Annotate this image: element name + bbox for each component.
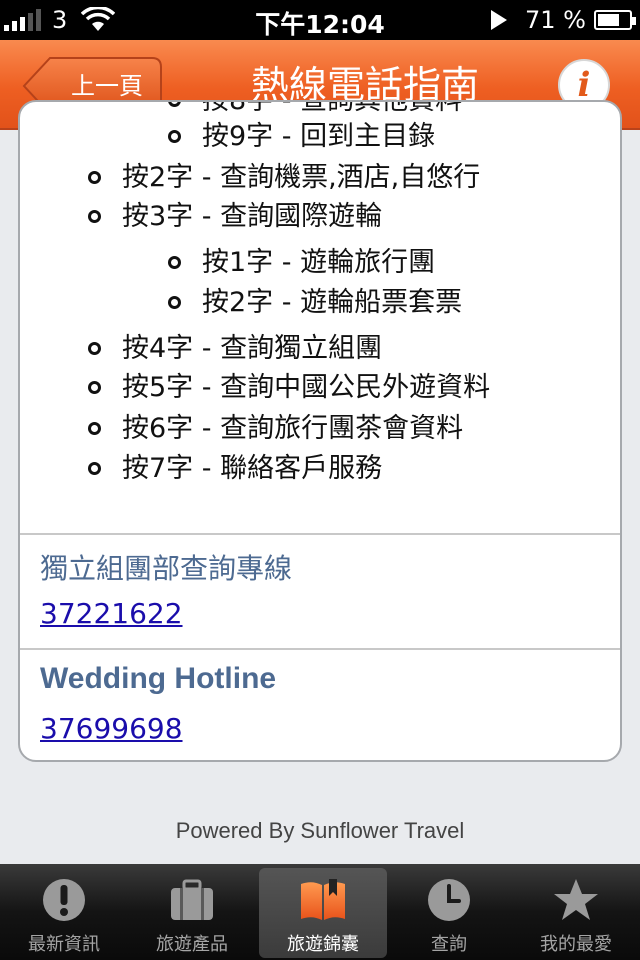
menu-option-text: 按9字 - 回到主目錄 xyxy=(202,121,436,152)
menu-option-line: 按2字 - 遊輪船票套票 xyxy=(168,280,463,319)
menu-option-line: 按9字 - 回到主目錄 xyxy=(168,114,436,153)
bullet-icon xyxy=(168,102,181,107)
menu-option-line: 按4字 - 查詢獨立組團 xyxy=(88,326,383,365)
menu-option-text: 按6字 - 查詢旅行團茶會資料 xyxy=(122,413,464,444)
star-icon xyxy=(554,879,598,920)
tab-label: 我的最愛 xyxy=(540,934,612,955)
tab-travel-tips[interactable]: 旅遊錦囊 xyxy=(259,868,387,958)
bullet-icon xyxy=(88,462,101,475)
hotline-phone-link[interactable]: 37221622 xyxy=(40,597,183,630)
menu-option-text: 按4字 - 查詢獨立組團 xyxy=(122,333,383,364)
tab-latest-news[interactable]: 最新資訊 xyxy=(0,864,128,960)
menu-option-text: 按7字 - 聯絡客戶服務 xyxy=(122,453,383,484)
status-bar: 3 下午12:04 71 % xyxy=(0,0,640,40)
menu-option-line: 按1字 - 遊輪旅行團 xyxy=(168,240,436,279)
menu-option-text: 按2字 - 查詢機票,酒店,自悠行 xyxy=(122,162,481,193)
hotline-cell-group-tours: 獨立組團部查詢專線 37221622 xyxy=(20,535,620,648)
menu-option-line: 按3字 - 查詢國際遊輪 xyxy=(88,194,383,233)
battery-percent: 71 % xyxy=(525,6,586,34)
tab-travel-products[interactable]: 旅遊產品 xyxy=(128,864,256,960)
book-icon xyxy=(301,879,345,920)
bullet-icon xyxy=(88,171,101,184)
menu-option-text: 按5字 - 查詢中國公民外遊資料 xyxy=(122,372,491,403)
menu-option-line: 按5字 - 查詢中國公民外遊資料 xyxy=(88,365,491,404)
menu-option-line: 按2字 - 查詢機票,酒店,自悠行 xyxy=(88,155,481,194)
hotline-cell-wedding: Wedding Hotline 37699698 xyxy=(20,650,620,760)
powered-by-text: Powered By Sunflower Travel xyxy=(175,818,465,843)
menu-option-line: 按6字 - 查詢旅行團茶會資料 xyxy=(88,406,464,445)
menu-option-text: 按2字 - 遊輪船票套票 xyxy=(202,287,463,318)
bullet-icon xyxy=(168,130,181,143)
tab-bar: 最新資訊 旅遊產品 旅遊錦囊 查詢 我的最愛 xyxy=(0,864,640,960)
tab-enquiry[interactable]: 查詢 xyxy=(385,864,513,960)
bullet-icon xyxy=(88,422,101,435)
tab-label: 查詢 xyxy=(431,934,467,955)
bullet-icon xyxy=(88,342,101,355)
hotline-title: 獨立組團部查詢專線 xyxy=(40,552,293,585)
tab-label: 旅遊錦囊 xyxy=(287,934,359,955)
exclamation-icon xyxy=(43,879,85,921)
hotline-title: Wedding Hotline xyxy=(40,662,277,695)
hotline-phone-link[interactable]: 37699698 xyxy=(40,712,183,745)
tab-label: 最新資訊 xyxy=(28,934,100,955)
bullet-icon xyxy=(168,256,181,269)
menu-options-cell: 按8字 - 查詢其他資料按9字 - 回到主目錄按2字 - 查詢機票,酒店,自悠行… xyxy=(20,102,620,535)
clock-icon xyxy=(428,879,470,921)
hotline-card: 按8字 - 查詢其他資料按9字 - 回到主目錄按2字 - 查詢機票,酒店,自悠行… xyxy=(18,100,622,762)
menu-option-line: 按7字 - 聯絡客戶服務 xyxy=(88,446,383,485)
bullet-icon xyxy=(168,296,181,309)
bullet-icon xyxy=(88,210,101,223)
battery-icon xyxy=(594,10,636,30)
suitcase-icon xyxy=(171,879,213,920)
play-icon xyxy=(491,10,508,30)
status-right: 71 % xyxy=(491,6,636,34)
bullet-icon xyxy=(88,381,101,394)
menu-option-text: 按3字 - 查詢國際遊輪 xyxy=(122,201,383,232)
menu-option-text: 按1字 - 遊輪旅行團 xyxy=(202,247,436,278)
tab-favorites[interactable]: 我的最愛 xyxy=(512,864,640,960)
tab-label: 旅遊產品 xyxy=(156,934,228,955)
